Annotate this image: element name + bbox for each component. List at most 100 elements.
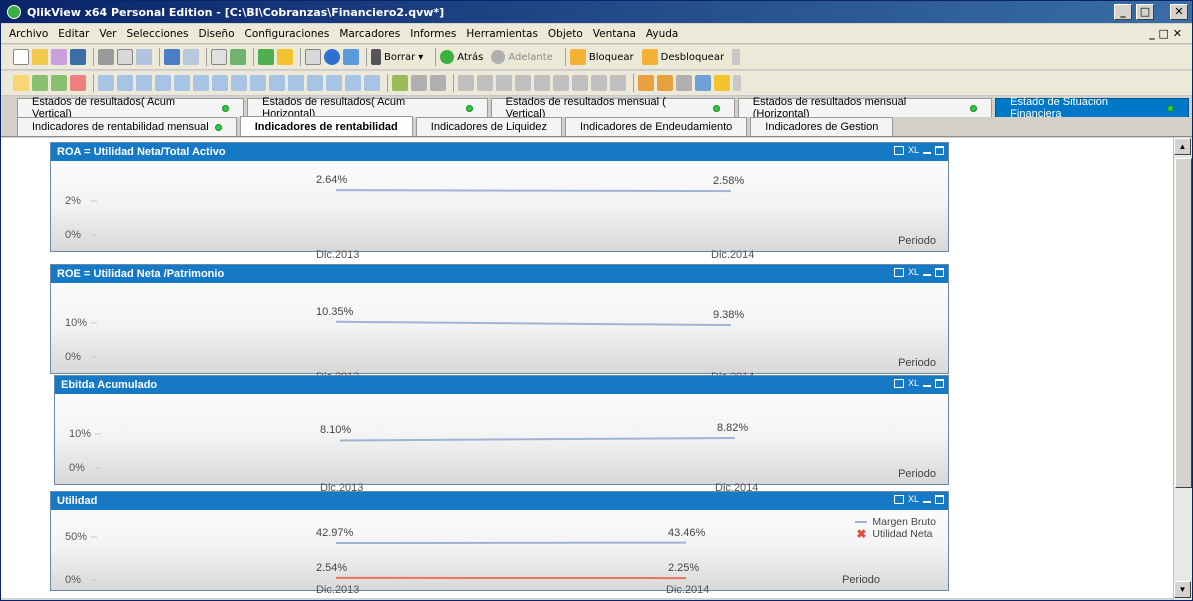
- menu-editar[interactable]: Editar: [58, 28, 89, 40]
- chart-ebitda[interactable]: Ebitda Acumulado XL 10% 0% 8.10% 8.82% Dic.201…: [54, 375, 949, 494]
- menu-herramientas[interactable]: Herramientas: [466, 28, 538, 40]
- input-box-icon[interactable]: [193, 75, 209, 91]
- print-icon[interactable]: [893, 145, 904, 155]
- send-to-excel-icon[interactable]: XL: [908, 145, 919, 155]
- tab-indicadores-rentabilidad-mensual[interactable]: Indicadores de rentabilidad mensual: [17, 117, 237, 136]
- demote-sheet-icon[interactable]: [51, 75, 67, 91]
- sheet-properties-icon[interactable]: [70, 75, 86, 91]
- align-top-icon[interactable]: [534, 75, 550, 91]
- chart-caption[interactable]: ROA = Utilidad Neta/Total Activo XL: [51, 143, 948, 161]
- close-window-button[interactable]: ✕: [1170, 4, 1188, 20]
- scrollbar-thumb[interactable]: [1175, 158, 1192, 488]
- send-to-excel-icon[interactable]: XL: [908, 378, 919, 388]
- tab-indicadores-endeudamiento[interactable]: Indicadores de Endeudamiento: [564, 117, 748, 136]
- add-sheet-icon[interactable]: [13, 75, 29, 91]
- tab-estado-situacion-financiera[interactable]: Estado de Situacion Financiera: [995, 96, 1189, 120]
- undo-icon[interactable]: [164, 49, 180, 65]
- button-object-icon[interactable]: [231, 75, 247, 91]
- chart-caption[interactable]: Ebitda Acumulado XL: [55, 376, 948, 394]
- save-icon[interactable]: [70, 49, 86, 65]
- maximize-icon[interactable]: [935, 267, 944, 277]
- atras-button[interactable]: Atrás: [440, 50, 483, 64]
- menu-archivo[interactable]: Archivo: [9, 28, 48, 40]
- series-line[interactable]: [339, 437, 736, 442]
- redo-icon[interactable]: [183, 49, 199, 65]
- legend-item[interactable]: Margen Bruto: [855, 516, 936, 528]
- restore-window-button[interactable]: □: [1136, 4, 1154, 20]
- vertical-scrollbar[interactable]: ▲ ▼: [1173, 138, 1192, 600]
- scroll-down-arrow-icon[interactable]: ▼: [1174, 581, 1191, 598]
- report-icon[interactable]: [714, 75, 730, 91]
- print-icon[interactable]: [893, 378, 904, 388]
- print-icon[interactable]: [893, 267, 904, 277]
- chart-icon[interactable]: [174, 75, 190, 91]
- tab-estados-mensual-horizontal[interactable]: Estados de resultados mensual (Horizonta…: [737, 96, 993, 120]
- search-icon[interactable]: [211, 49, 227, 65]
- desbloquear-button[interactable]: Desbloquear: [641, 49, 724, 65]
- chart-caption[interactable]: ROE = Utilidad Neta /Patrimonio XL: [51, 265, 948, 283]
- adjust-bottom-icon[interactable]: [610, 75, 626, 91]
- menu-diseno[interactable]: Diseño: [199, 28, 235, 40]
- legend-item[interactable]: ✖ Utilidad Neta: [855, 528, 936, 540]
- slider-object-icon[interactable]: [288, 75, 304, 91]
- minimize-icon[interactable]: [923, 384, 931, 387]
- menu-ventana[interactable]: Ventana: [593, 28, 636, 40]
- table-box-icon[interactable]: [155, 75, 171, 91]
- menu-marcadores[interactable]: Marcadores: [339, 28, 400, 40]
- menu-ver[interactable]: Ver: [99, 28, 116, 40]
- chart-caption[interactable]: Utilidad XL: [51, 492, 948, 510]
- align-left-icon[interactable]: [458, 75, 474, 91]
- format-painter-icon[interactable]: [411, 75, 427, 91]
- series-line[interactable]: [335, 320, 732, 327]
- line-arrow-object-icon[interactable]: [269, 75, 285, 91]
- context-help-icon[interactable]: [343, 49, 359, 65]
- new-sheet-object-icon[interactable]: [258, 49, 274, 65]
- minimize-window-button[interactable]: _: [1114, 4, 1132, 20]
- paste-format-icon[interactable]: [657, 75, 673, 91]
- edit-module-icon[interactable]: [305, 49, 321, 65]
- chart-wizard-icon[interactable]: [392, 75, 408, 91]
- menu-informes[interactable]: Informes: [410, 28, 456, 40]
- tab-estados-acum-vertical[interactable]: Estados de resultados( Acum Vertical): [17, 96, 245, 120]
- link-objects-icon[interactable]: [695, 75, 711, 91]
- chart-utilidad[interactable]: Utilidad XL 50% 0% 42.97% 43.46% 2.54% 2.25% Dic…: [50, 491, 949, 596]
- minimize-icon[interactable]: [923, 151, 931, 154]
- send-to-excel-icon[interactable]: XL: [908, 494, 919, 504]
- space-horizontal-icon[interactable]: [553, 75, 569, 91]
- tab-estados-acum-horizontal[interactable]: Estados de resultados( Acum Horizontal): [247, 96, 488, 120]
- container-object-icon[interactable]: [345, 75, 361, 91]
- bookmark-object-icon[interactable]: [307, 75, 323, 91]
- bookmark-star-icon[interactable]: [277, 49, 293, 65]
- scroll-up-arrow-icon[interactable]: ▲: [1174, 138, 1191, 155]
- open-server-icon[interactable]: [51, 49, 67, 65]
- help-icon[interactable]: [324, 49, 340, 65]
- selections-icon[interactable]: [230, 49, 246, 65]
- edit-script-icon[interactable]: [117, 49, 133, 65]
- statistics-box-icon[interactable]: [117, 75, 133, 91]
- text-object-icon[interactable]: [250, 75, 266, 91]
- multi-box-icon[interactable]: [136, 75, 152, 91]
- edit-expression-icon[interactable]: [676, 75, 692, 91]
- tab-indicadores-gestion[interactable]: Indicadores de Gestion: [750, 117, 894, 136]
- tab-indicadores-rentabilidad[interactable]: Indicadores de rentabilidad: [239, 116, 413, 136]
- reload-icon[interactable]: [136, 49, 152, 65]
- adjust-top-left-icon[interactable]: [591, 75, 607, 91]
- align-bottom-icon[interactable]: [515, 75, 531, 91]
- toolbar-overflow-icon[interactable]: [732, 49, 741, 65]
- toolbar-overflow-icon[interactable]: [733, 75, 741, 91]
- send-to-excel-icon[interactable]: XL: [908, 267, 919, 277]
- pin-icon[interactable]: [430, 75, 446, 91]
- current-selections-icon[interactable]: [212, 75, 228, 91]
- align-right-icon[interactable]: [496, 75, 512, 91]
- chart-roa[interactable]: ROA = Utilidad Neta/Total Activo XL 2% 0% 2.…: [50, 142, 949, 261]
- list-box-icon[interactable]: [98, 75, 114, 91]
- menu-selecciones[interactable]: Selecciones: [127, 28, 189, 40]
- bloquear-button[interactable]: Bloquear: [569, 49, 634, 65]
- maximize-icon[interactable]: [935, 378, 944, 388]
- promote-sheet-icon[interactable]: [32, 75, 48, 91]
- align-center-icon[interactable]: [477, 75, 493, 91]
- menu-configuraciones[interactable]: Configuraciones: [245, 28, 330, 40]
- new-document-icon[interactable]: [13, 49, 29, 65]
- chart-roe[interactable]: ROE = Utilidad Neta /Patrimonio XL 10% 0% 10…: [50, 264, 949, 383]
- series-line[interactable]: [335, 189, 732, 193]
